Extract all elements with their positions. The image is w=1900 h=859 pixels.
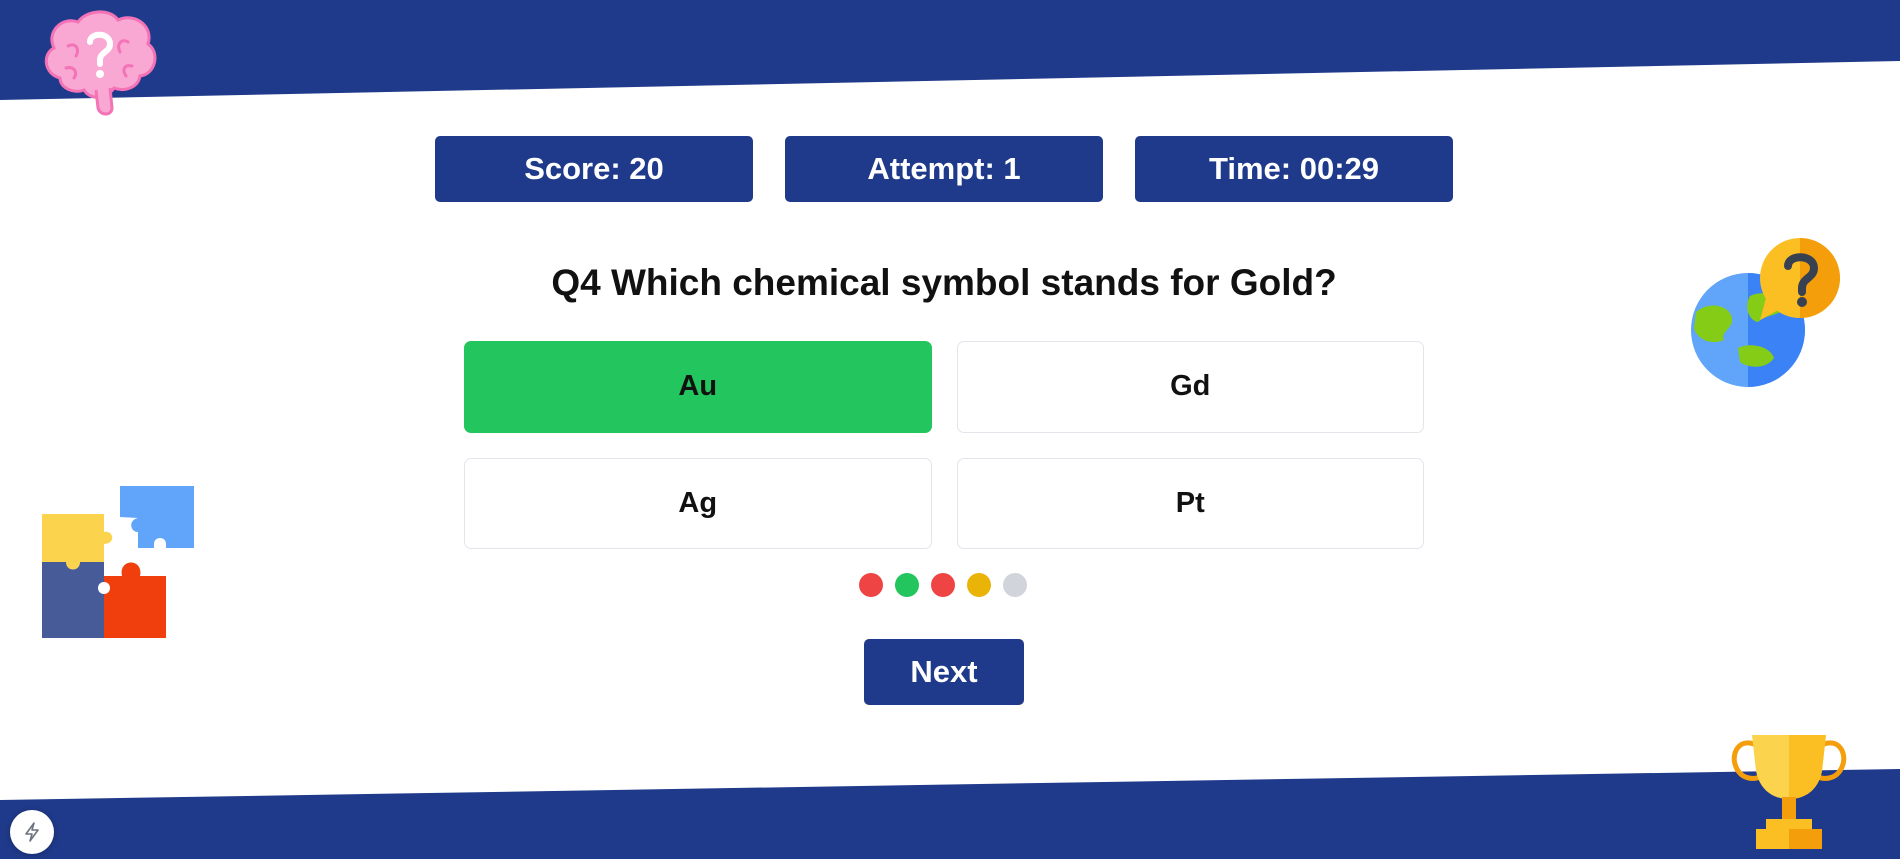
question-progress — [859, 573, 1027, 597]
stats-bar: Score: 20 Attempt: 1 Time: 00:29 — [435, 136, 1453, 202]
quiz-page: Score: 20 Attempt: 1 Time: 00:29 Q4 Whic… — [0, 0, 1900, 859]
next-button[interactable]: Next — [864, 639, 1024, 705]
header-band — [0, 0, 1900, 100]
timer-display: Time: 00:29 — [1135, 136, 1453, 202]
lightning-icon — [25, 822, 39, 842]
progress-dot-3 — [931, 573, 955, 597]
option-au[interactable]: Au — [464, 341, 932, 433]
progress-dot-5 — [1003, 573, 1027, 597]
attempt-display: Attempt: 1 — [785, 136, 1103, 202]
globe-question-icon — [1691, 238, 1840, 387]
question-text: Q4 Which chemical symbol stands for Gold… — [551, 262, 1337, 303]
progress-dot-1 — [859, 573, 883, 597]
puzzle-icon — [42, 486, 194, 638]
quick-action-button[interactable] — [10, 810, 54, 854]
progress-dot-4 — [967, 573, 991, 597]
option-gd[interactable]: Gd — [956, 341, 1424, 433]
progress-dot-2 — [895, 573, 919, 597]
answer-options: Au Gd Ag Pt — [464, 341, 1424, 549]
option-pt[interactable]: Pt — [956, 457, 1424, 549]
footer-band — [0, 769, 1900, 859]
option-ag[interactable]: Ag — [464, 457, 932, 549]
trophy-icon — [1731, 735, 1847, 849]
score-display: Score: 20 — [435, 136, 753, 202]
brain-question-icon — [44, 10, 157, 116]
